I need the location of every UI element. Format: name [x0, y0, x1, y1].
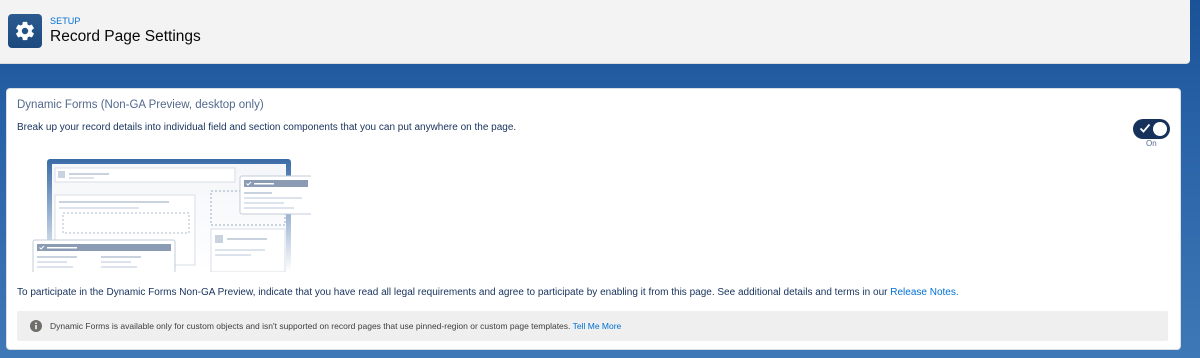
gear-icon — [8, 14, 42, 48]
page-title: Record Page Settings — [50, 28, 201, 45]
dynamic-forms-illustration — [32, 159, 311, 272]
page-header: SETUP Record Page Settings — [0, 0, 1190, 64]
tell-me-more-link[interactable]: Tell Me More — [573, 321, 622, 331]
info-icon — [30, 320, 42, 332]
card-title: Dynamic Forms (Non-GA Preview, desktop o… — [17, 99, 264, 111]
breadcrumb: SETUP — [50, 16, 81, 26]
dynamic-forms-toggle[interactable] — [1133, 119, 1170, 139]
dynamic-forms-card: Dynamic Forms (Non-GA Preview, desktop o… — [6, 88, 1181, 350]
notice-text: Dynamic Forms is available only for cust… — [50, 321, 621, 331]
toggle-knob — [1153, 122, 1167, 136]
check-icon — [1139, 123, 1151, 133]
participate-text: To participate in the Dynamic Forms Non-… — [17, 287, 959, 298]
info-notice: Dynamic Forms is available only for cust… — [17, 311, 1168, 341]
participate-body: To participate in the Dynamic Forms Non-… — [17, 287, 888, 298]
card-description: Break up your record details into indivi… — [17, 122, 517, 133]
notice-body: Dynamic Forms is available only for cust… — [50, 321, 571, 331]
release-notes-link[interactable]: Release Notes. — [890, 287, 958, 298]
toggle-label: On — [1146, 139, 1157, 148]
page: SETUP Record Page Settings Dynamic Forms… — [0, 0, 1200, 358]
